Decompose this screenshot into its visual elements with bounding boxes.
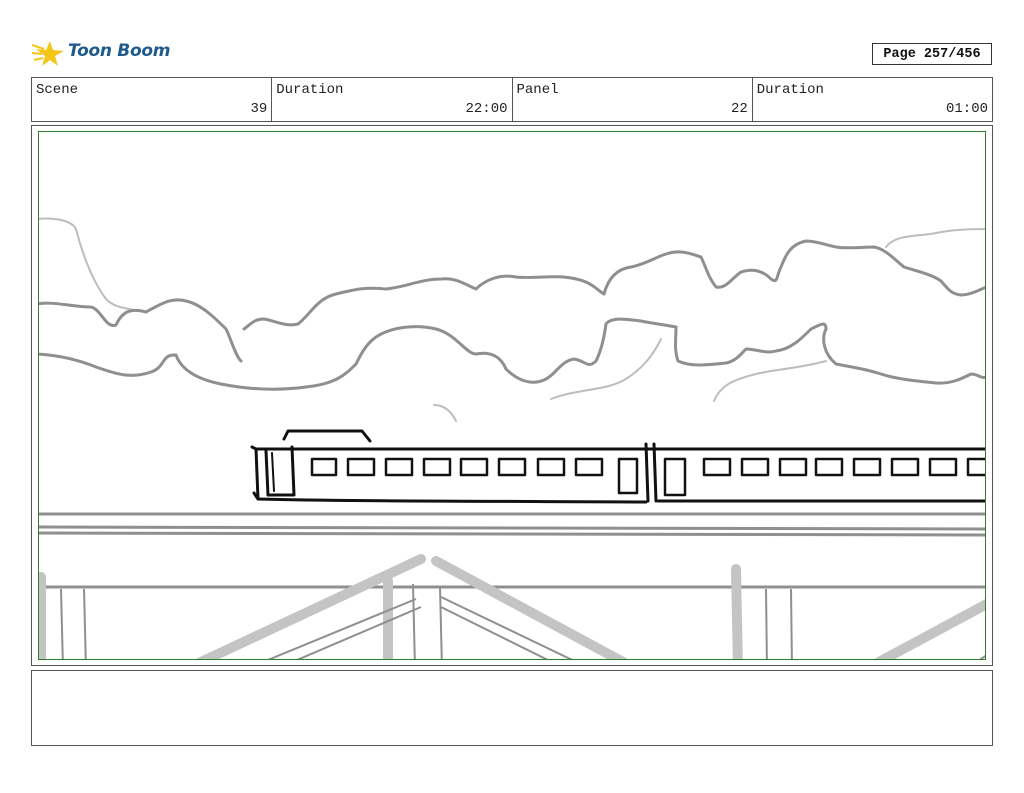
bridge-rails bbox=[39, 512, 985, 589]
train bbox=[250, 429, 985, 504]
toon-boom-logo: Toon Boom bbox=[31, 37, 172, 71]
scene-label: Scene bbox=[36, 82, 79, 98]
panel-label: Panel bbox=[516, 82, 559, 98]
bridge-trusses bbox=[39, 554, 985, 659]
storyboard-panel bbox=[31, 125, 993, 666]
panel-duration-cell: Duration 01:00 bbox=[753, 78, 992, 121]
storyboard-sketch bbox=[39, 217, 985, 659]
page-indicator: Page 257/456 bbox=[872, 43, 992, 65]
scene-value: 39 bbox=[250, 101, 268, 117]
main-clouds bbox=[39, 239, 985, 391]
notes-box[interactable] bbox=[31, 670, 993, 746]
panel-cell: Panel 22 bbox=[513, 78, 753, 121]
scene-duration-cell: Duration 22:00 bbox=[272, 78, 513, 121]
logo-text: Toon Boom bbox=[68, 41, 171, 61]
scene-duration-label: Duration bbox=[276, 82, 344, 98]
panel-duration-value: 01:00 bbox=[945, 101, 988, 117]
panel-frame bbox=[38, 131, 986, 660]
panel-value: 22 bbox=[730, 101, 748, 117]
info-row: Scene 39 Duration 22:00 Panel 22 Duratio… bbox=[31, 77, 993, 122]
panel-duration-label: Duration bbox=[756, 82, 824, 98]
toon-boom-star-icon bbox=[31, 41, 64, 66]
scene-duration-value: 22:00 bbox=[465, 101, 508, 117]
bridge-posts bbox=[60, 583, 985, 659]
scene-cell: Scene 39 bbox=[32, 78, 273, 121]
